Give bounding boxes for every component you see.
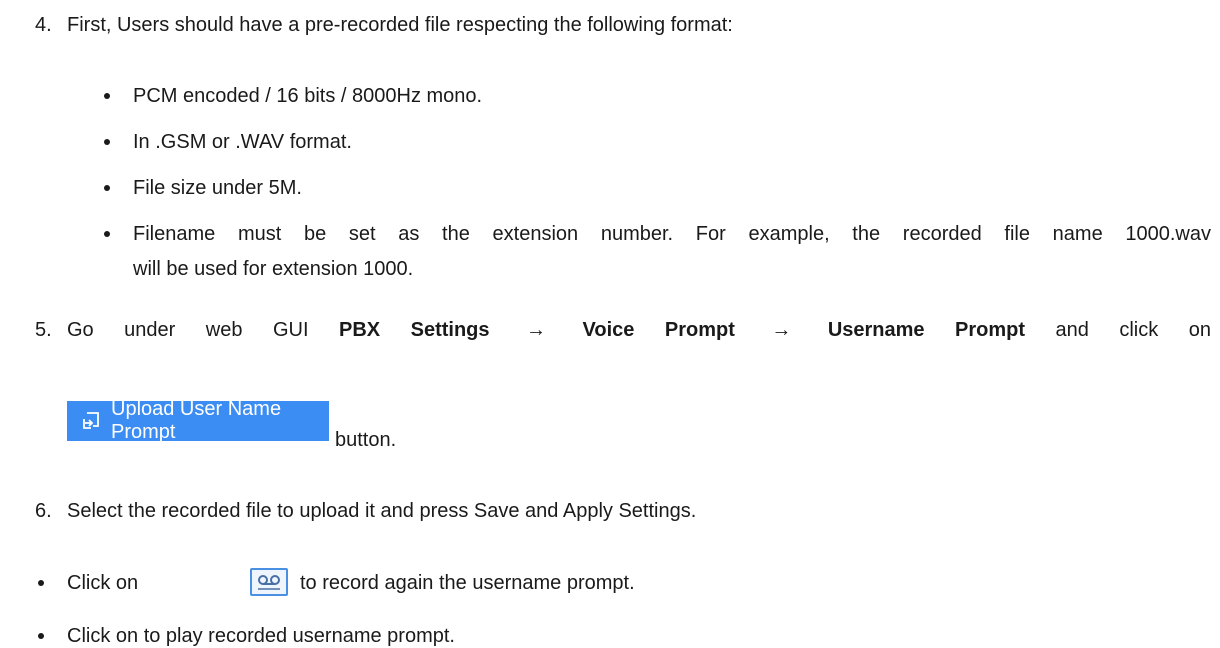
menu-username-prompt: Username Prompt [827,319,1026,341]
upload-user-name-prompt-button[interactable]: Upload User Name Prompt [67,398,329,443]
step-4-text: First, Users should have a pre-recorded … [67,14,733,36]
click-record-after: to record again the username prompt. [300,572,635,594]
step-5-intro: Go under web GUI [67,319,309,341]
bullet-pcm: PCM encoded / 16 bits / 8000Hz mono. [133,85,483,107]
bullet-dot [104,231,110,237]
bullet-dot [38,580,44,586]
menu-voice-prompt: Voice Prompt [582,319,735,341]
step-6-number: 6. [35,500,52,522]
bullet-dot [104,185,110,191]
bullet-dot [104,93,110,99]
upload-button-label: Upload User Name Prompt [111,398,282,443]
arrow-icon: → [526,319,547,341]
step-5-outro: and click on [1055,319,1211,341]
bullet-format: In .GSM or .WAV format. [133,131,352,153]
bullet-filename-line1: Filename must be set as the extension nu… [133,223,1211,245]
step-5-number: 5. [35,319,52,341]
upload-icon [83,412,99,429]
arrow-icon: → [771,319,792,341]
bullet-filename-line2: will be used for extension 1000. [133,258,414,280]
step-5-after-button: button. [335,429,397,451]
bullet-size: File size under 5M. [133,177,302,199]
cassette-record-icon[interactable] [250,568,288,596]
click-record-before: Click on [67,572,139,594]
bullet-dot [38,633,44,639]
step-5-text: Go under web GUI PBX Settings → Voice Pr… [67,318,1211,342]
step-4-number: 4. [35,14,52,36]
bullet-dot [104,139,110,145]
menu-pbx-settings: PBX Settings [339,319,490,341]
step-6-text: Select the recorded file to upload it an… [67,500,697,522]
click-play-text: Click on to play recorded username promp… [67,625,455,647]
